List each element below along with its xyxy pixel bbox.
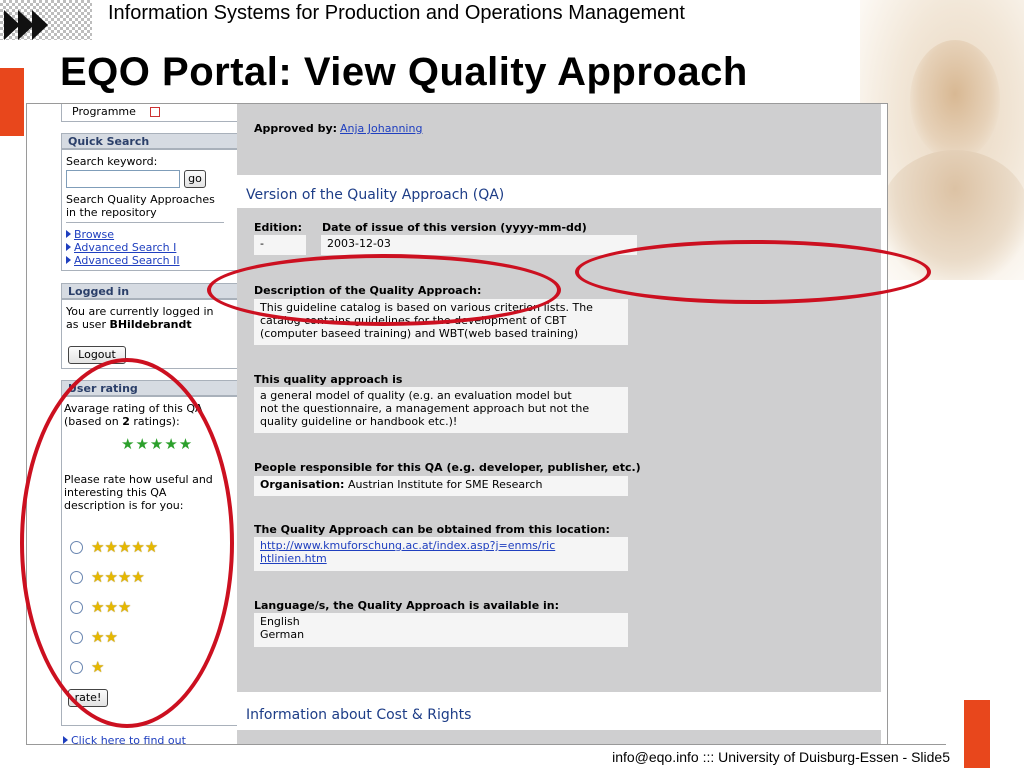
accent-bar-left	[0, 68, 24, 136]
organisation-label: Organisation:	[260, 478, 345, 491]
quick-search-box: Search keyword: go Search Quality Approa…	[61, 149, 257, 271]
logged-in-box: You are currently logged in as user BHil…	[61, 299, 257, 369]
triangle-right-icon	[66, 230, 71, 238]
location-field: http://www.kmuforschung.ac.at/index.asp?…	[254, 537, 628, 571]
logged-in-prefix: as user	[66, 318, 106, 331]
this-qa-line: a general model of quality (e.g. an eval…	[260, 389, 572, 402]
advanced-search-2-link[interactable]: Advanced Search II	[66, 254, 180, 267]
location-link[interactable]: http://www.kmuforschung.ac.at/index.asp?…	[260, 539, 622, 552]
this-qa-line: not the questionnaire, a management appr…	[260, 402, 590, 415]
username: BHildebrandt	[109, 318, 192, 331]
location-link-cont[interactable]: htlinien.htm	[260, 552, 622, 565]
language-field: English German	[254, 613, 628, 647]
date-value: 2003-12-03	[321, 235, 637, 255]
main-content: Approved by: Anja Johanning Version of t…	[237, 104, 881, 744]
triangle-right-icon	[66, 256, 71, 264]
slide-footer: info@eqo.info ::: University of Duisburg…	[612, 749, 950, 765]
advanced-search-1-link[interactable]: Advanced Search I	[66, 241, 176, 254]
search-divider	[66, 222, 224, 223]
edition-value: -	[254, 235, 306, 255]
edition-label: Edition:	[254, 221, 302, 234]
programme-label: Programme	[72, 105, 136, 118]
this-qa-line: quality guideline or handbook etc.)!	[260, 415, 458, 428]
search-hint-line1: Search Quality Approaches	[66, 193, 215, 206]
photo-head	[910, 40, 1000, 160]
quick-search-header: Quick Search	[61, 133, 257, 149]
browse-link-label: Browse	[74, 228, 115, 241]
approved-label: Approved by:	[254, 122, 338, 135]
logged-in-line2: as user BHildebrandt	[66, 318, 192, 331]
slide-header: Information Systems for Production and O…	[108, 2, 685, 24]
go-button[interactable]: go	[184, 170, 206, 188]
date-label: Date of issue of this version (yyyy-mm-d…	[322, 221, 587, 234]
annotation-ellipse-rating	[20, 358, 234, 728]
approver-link[interactable]: Anja Johanning	[340, 122, 422, 135]
logged-in-line1: You are currently logged in	[66, 305, 214, 318]
footer-divider	[26, 744, 946, 745]
search-input[interactable]	[66, 170, 180, 188]
people-label: People responsible for this QA (e.g. dev…	[254, 461, 641, 474]
triangle-right-icon	[63, 736, 68, 744]
cost-panel	[237, 730, 881, 744]
version-heading: Version of the Quality Approach (QA)	[246, 187, 505, 203]
search-keyword-label: Search keyword:	[66, 155, 158, 168]
language-label: Language/s, the Quality Approach is avai…	[254, 599, 559, 612]
organisation-value: Austrian Institute for SME Research	[347, 478, 543, 491]
location-label: The Quality Approach can be obtained fro…	[254, 523, 610, 536]
this-qa-value: a general model of quality (e.g. an eval…	[254, 387, 628, 433]
description-line: (computer baseed training) and WBT(web b…	[260, 327, 579, 340]
language-item: German	[260, 628, 305, 641]
annotation-ellipse-date	[575, 240, 931, 304]
accent-bar-right	[964, 700, 990, 768]
programme-box: Programme	[61, 104, 257, 122]
pdf-icon[interactable]	[150, 107, 160, 117]
triangle-right-icon	[66, 243, 71, 251]
organisation-field: Organisation: Austrian Institute for SME…	[254, 476, 628, 496]
language-item: English	[260, 615, 300, 628]
advanced-search-2-label: Advanced Search II	[74, 254, 180, 267]
slide-title: EQO Portal: View Quality Approach	[60, 50, 748, 94]
cost-rights-heading: Information about Cost & Rights	[246, 707, 472, 723]
advanced-search-1-label: Advanced Search I	[74, 241, 177, 254]
search-hint-line2: in the repository	[66, 206, 157, 219]
this-qa-label: This quality approach is	[254, 373, 403, 386]
logo-arrows-icon	[4, 10, 48, 40]
browse-link[interactable]: Browse	[66, 228, 114, 241]
annotation-ellipse-description	[207, 254, 561, 326]
approved-panel	[237, 104, 881, 175]
